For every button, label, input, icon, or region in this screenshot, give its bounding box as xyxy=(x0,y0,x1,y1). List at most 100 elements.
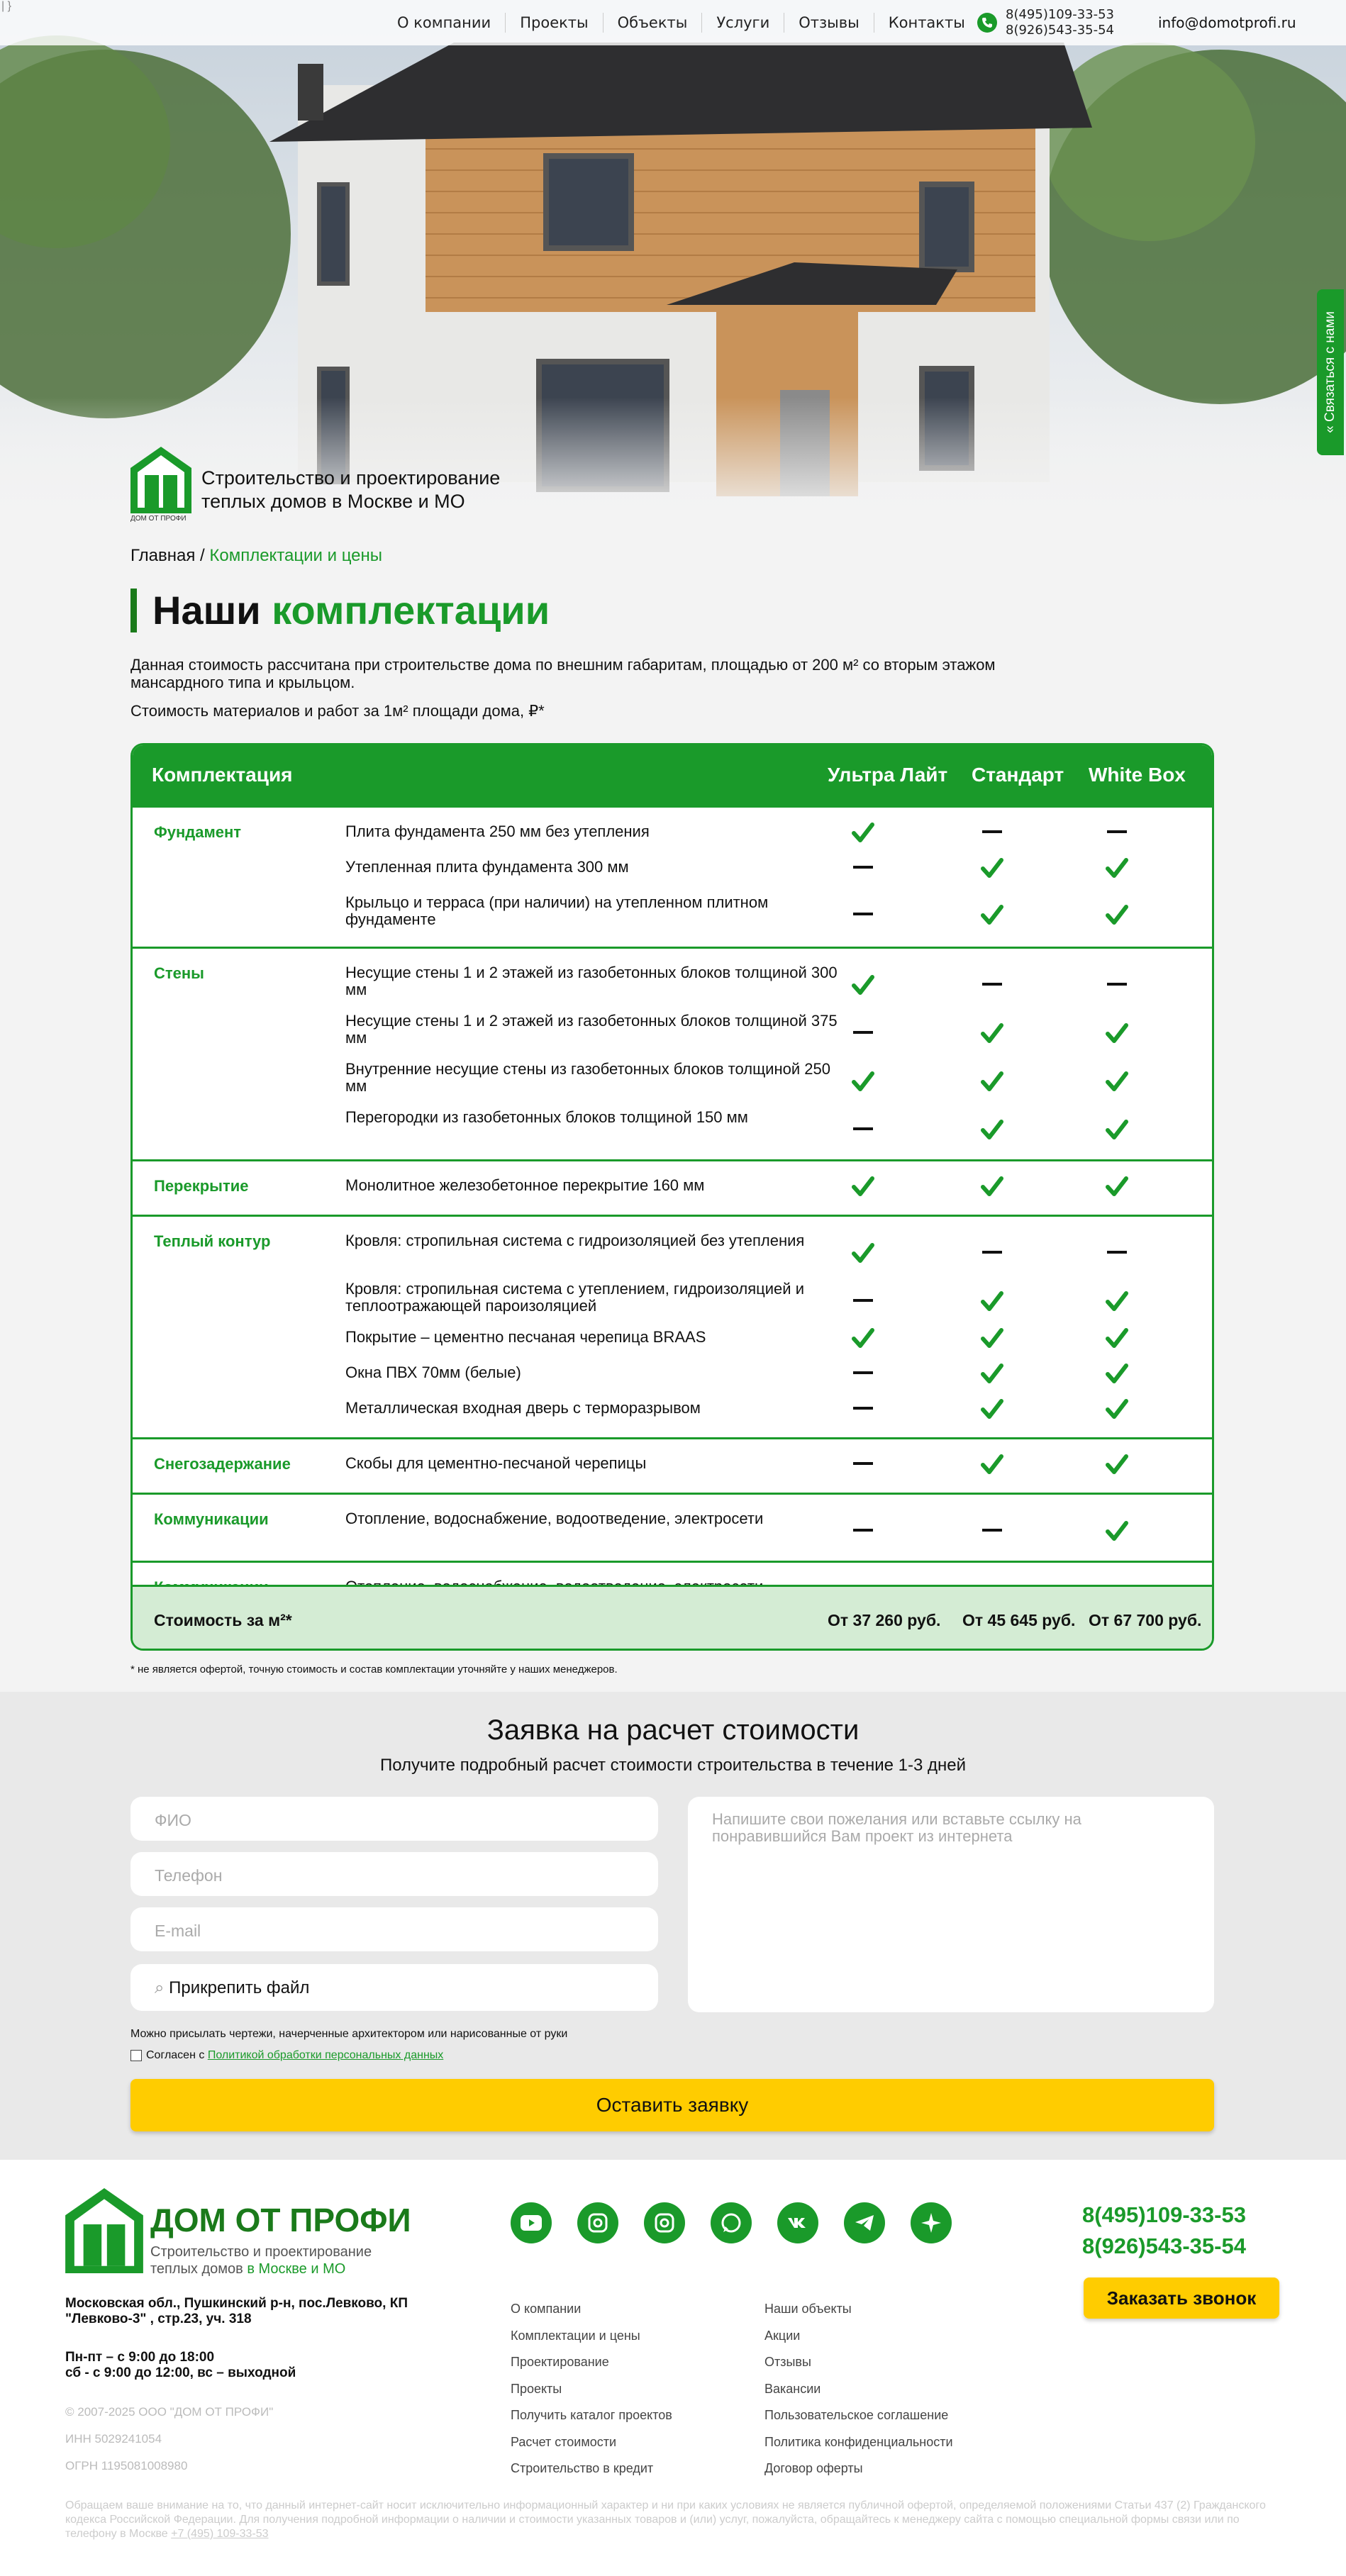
footer-link[interactable]: Акции xyxy=(764,2323,953,2350)
footer-address: Московская обл., Пушкинский р-н, пос.Лев… xyxy=(65,2296,408,2326)
name-field[interactable]: ФИО xyxy=(130,1797,658,1841)
attach-file-button[interactable]: ⌕ Прикрепить файл xyxy=(130,1964,658,2011)
submit-button[interactable]: Оставить заявку xyxy=(130,2079,1214,2131)
footer-link[interactable]: Вакансии xyxy=(764,2376,953,2403)
check-icon xyxy=(981,1399,1003,1419)
table-group: Стены Несущие стены 1 и 2 этажей из газоб… xyxy=(133,947,1212,1159)
check-icon xyxy=(1106,1364,1128,1383)
cost-standard: От 45 645 руб. xyxy=(962,1611,1076,1629)
consent-checkbox[interactable] xyxy=(130,2050,142,2061)
dash-icon xyxy=(853,1127,873,1130)
disclaimer-phone-link[interactable]: +7 (495) 109-33-53 xyxy=(171,2528,268,2540)
header-phones: 8(495)109-33-53 8(926)543-35-54 xyxy=(977,7,1114,38)
check-icon xyxy=(1106,1023,1128,1043)
table-row: Металлическая входная дверь с терморазры… xyxy=(133,1397,1212,1432)
feature-text: Металлическая входная дверь с терморазры… xyxy=(345,1399,701,1417)
instagram-icon[interactable] xyxy=(644,2202,685,2243)
table-group: Теплый контур Кровля: стропильная система… xyxy=(133,1215,1212,1437)
telegram-icon[interactable] xyxy=(844,2202,885,2243)
table-group: Фундамент Плита фундамента 250 мм без уте… xyxy=(133,808,1212,947)
header-email[interactable]: info@domotprofi.ru xyxy=(1158,14,1296,31)
footer-copyright: © 2007-2025 ООО "ДОМ ОТ ПРОФИ" xyxy=(65,2405,274,2419)
feature-text: Кровля: стропильная система с утеплением… xyxy=(345,1280,804,1315)
dash-icon xyxy=(1107,1251,1127,1254)
instagram-icon[interactable] xyxy=(577,2202,618,2243)
footer-logo-sub1: Строительство и проектирование xyxy=(150,2244,372,2260)
footer-hours: Пн-пт – с 9:00 до 18:00 сб - с 9:00 до 1… xyxy=(65,2350,296,2381)
footer-link[interactable]: Политика конфиденциальности xyxy=(764,2429,953,2456)
footer-link[interactable]: Комплектации и цены xyxy=(511,2323,672,2350)
footer-phone-2[interactable]: 8(926)543-35-54 xyxy=(1082,2231,1246,2262)
vk-icon[interactable] xyxy=(777,2202,818,2243)
header-phone-2[interactable]: 8(926)543-35-54 xyxy=(1006,23,1114,38)
message-field[interactable]: Напишите свои пожелания или вставьте ссы… xyxy=(688,1797,1214,2012)
check-icon xyxy=(981,1120,1003,1139)
house-logo-icon[interactable] xyxy=(130,447,191,513)
page-title: Наши комплектации xyxy=(130,589,550,632)
footer-link[interactable]: Пользовательское соглашение xyxy=(764,2402,953,2429)
nav-link-services[interactable]: Услуги xyxy=(702,13,785,33)
dash-icon xyxy=(853,1462,873,1465)
check-icon xyxy=(852,1328,874,1348)
check-icon xyxy=(1106,1291,1128,1311)
logo-caption: ДОМ ОТ ПРОФИ xyxy=(130,515,187,523)
footer-link[interactable]: Проекты xyxy=(511,2376,672,2403)
youtube-icon[interactable] xyxy=(511,2202,552,2243)
paperclip-icon: ⌕ xyxy=(155,1978,165,1997)
nav-link-reviews[interactable]: Отзывы xyxy=(784,13,874,33)
top-navigation: | } О компании Проекты Объекты Услуги От… xyxy=(0,0,1346,45)
footer-link[interactable]: Договор оферты xyxy=(764,2455,953,2482)
header-standard: Стандарт xyxy=(972,764,1064,786)
header-white-box: White Box xyxy=(1089,764,1186,786)
footer-logo-sub2b: в Москве и МО xyxy=(247,2261,346,2277)
phone-icon xyxy=(977,13,997,33)
check-icon xyxy=(852,823,874,842)
dash-icon xyxy=(1107,983,1127,986)
footer-link[interactable]: Строительство в кредит xyxy=(511,2455,672,2482)
footer-link[interactable]: Расчет стоимости xyxy=(511,2429,672,2456)
footer-links-col1: О компании Комплектации и цены Проектиро… xyxy=(511,2296,672,2482)
dash-icon xyxy=(853,1299,873,1302)
sparkle-icon[interactable] xyxy=(911,2202,952,2243)
whatsapp-icon[interactable] xyxy=(711,2202,752,2243)
feature-text: Покрытие – цементно песчаная черепица BR… xyxy=(345,1328,706,1346)
page-title-part1: Наши xyxy=(152,588,272,632)
privacy-policy-link[interactable]: Политикой обработки персональных данных xyxy=(208,2049,443,2062)
footer-link[interactable]: О компании xyxy=(511,2296,672,2323)
house-photo xyxy=(0,0,1346,525)
footer-link[interactable]: Наши объекты xyxy=(764,2296,953,2323)
feature-text: Монолитное железобетонное перекрытие 160… xyxy=(345,1176,705,1194)
header-ultra-light: Ультра Лайт xyxy=(828,764,948,786)
table-row: Перегородки из газобетонных блоков толщи… xyxy=(133,1106,1212,1154)
packages-table: Комплектация Ультра Лайт Стандарт White … xyxy=(130,743,1214,1651)
phone-field[interactable]: Телефон xyxy=(130,1852,658,1896)
check-icon xyxy=(852,1071,874,1091)
contact-us-tab[interactable]: « Связаться с нами xyxy=(1317,289,1344,455)
check-icon xyxy=(981,1328,1003,1348)
cost-label: Стоимость за м²* xyxy=(154,1611,292,1629)
footer-link[interactable]: Проектирование xyxy=(511,2349,672,2376)
check-icon xyxy=(1106,1071,1128,1091)
footer-logo[interactable]: ДОМ ОТ ПРОФИ Строительство и проектирова… xyxy=(65,2188,411,2277)
breadcrumb-home[interactable]: Главная xyxy=(130,546,195,565)
check-icon xyxy=(1106,1399,1128,1419)
nav-link-contacts[interactable]: Контакты xyxy=(874,13,979,33)
nav-link-about[interactable]: О компании xyxy=(383,13,506,33)
check-icon xyxy=(981,1364,1003,1383)
footer-link[interactable]: Отзывы xyxy=(764,2349,953,2376)
email-field[interactable]: E-mail xyxy=(130,1907,658,1951)
check-icon xyxy=(1106,905,1128,925)
header-phone-1[interactable]: 8(495)109-33-53 xyxy=(1006,7,1114,23)
footer-link[interactable]: Получить каталог проектов xyxy=(511,2402,672,2429)
order-call-button[interactable]: Заказать звонок xyxy=(1084,2277,1279,2319)
check-icon xyxy=(852,975,874,995)
footer-phone-1[interactable]: 8(495)109-33-53 xyxy=(1082,2199,1246,2231)
nav-link-objects[interactable]: Объекты xyxy=(604,13,703,33)
dash-icon xyxy=(853,913,873,915)
feature-text: Внутренние несущие стены из газобетонных… xyxy=(345,1060,830,1095)
nav-link-projects[interactable]: Проекты xyxy=(506,13,604,33)
dash-icon xyxy=(982,1529,1002,1532)
check-icon xyxy=(1106,1176,1128,1196)
table-body: Фундамент Плита фундамента 250 мм без уте… xyxy=(133,808,1212,1649)
dash-icon xyxy=(982,1251,1002,1254)
